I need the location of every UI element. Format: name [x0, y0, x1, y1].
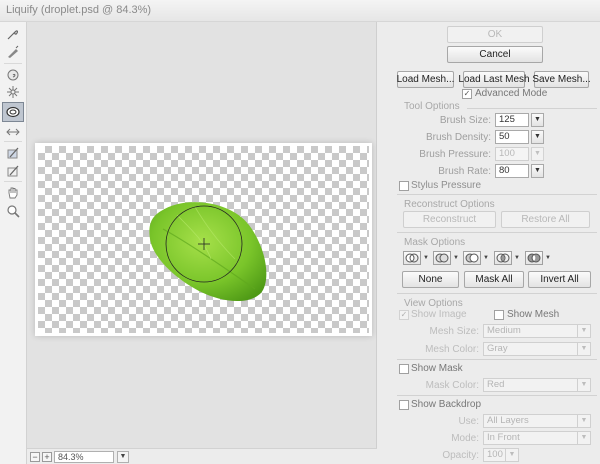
zoom-level-dropdown[interactable]: ▼ — [117, 451, 129, 463]
restore-all-button[interactable]: Restore All — [501, 211, 590, 228]
brush-pressure-label: Brush Pressure: — [419, 149, 491, 160]
invert-selection-button[interactable] — [525, 251, 543, 265]
reconstruct-tool-icon[interactable] — [3, 43, 23, 61]
leaf-droplet-image — [149, 202, 267, 302]
zoom-out-button[interactable]: − — [30, 452, 40, 462]
tool-separator — [4, 181, 22, 182]
show-image-label: Show Image — [411, 309, 467, 320]
brush-pressure-field[interactable]: 100 — [495, 147, 529, 161]
mode-label: Mode: — [451, 433, 479, 444]
title-bar: Liquify (droplet.psd @ 84.3%) — [0, 0, 600, 22]
brush-rate-field[interactable]: 80 — [495, 164, 529, 178]
zoom-in-button[interactable]: + — [42, 452, 52, 462]
zoom-tool-icon[interactable] — [3, 202, 23, 220]
show-mesh-label: Show Mesh — [507, 309, 560, 320]
thaw-mask-tool-icon[interactable] — [3, 162, 23, 180]
bloat-tool-icon[interactable] — [2, 102, 24, 122]
mask-color-label: Mask Color: — [425, 380, 479, 391]
stylus-pressure-label: Stylus Pressure — [411, 180, 482, 191]
freeze-mask-tool-icon[interactable] — [3, 144, 23, 162]
load-last-mesh-button[interactable]: Load Last Mesh — [458, 71, 530, 88]
backdrop-opacity-field[interactable]: 100 ▼ — [483, 448, 519, 462]
reconstruct-button[interactable]: Reconstruct — [403, 211, 496, 228]
tool-separator — [4, 63, 22, 64]
mesh-color-label: Mesh Color: — [425, 344, 479, 355]
brush-pressure-dropdown[interactable]: ▼ — [531, 147, 544, 161]
window-title: Liquify (droplet.psd @ 84.3%) — [6, 4, 152, 16]
brush-density-dropdown[interactable]: ▼ — [531, 130, 544, 144]
push-left-tool-icon[interactable] — [3, 123, 23, 141]
divider — [397, 194, 597, 195]
chevron-down-icon: ▼ — [545, 255, 551, 261]
divider — [397, 359, 597, 360]
show-backdrop-checkbox[interactable] — [399, 400, 409, 410]
reconstruct-options-title: Reconstruct Options — [404, 199, 495, 210]
invert-all-button[interactable]: Invert All — [528, 271, 591, 288]
mesh-color-select[interactable]: Gray ▼ — [483, 342, 591, 356]
mask-all-button[interactable]: Mask All — [464, 271, 524, 288]
brush-size-field[interactable]: 125 — [495, 113, 529, 127]
brush-density-label: Brush Density: — [425, 132, 491, 143]
replace-selection-button[interactable] — [403, 251, 421, 265]
mask-mode-buttons: ▼ ▼ ▼ ▼ ▼ — [403, 251, 593, 267]
show-backdrop-label: Show Backdrop — [411, 399, 482, 410]
save-mesh-button[interactable]: Save Mesh... — [532, 71, 591, 88]
add-to-selection-button[interactable] — [433, 251, 451, 265]
tool-separator — [4, 141, 22, 142]
twirl-clockwise-tool-icon[interactable] — [3, 66, 23, 84]
mask-color-select[interactable]: Red ▼ — [483, 378, 591, 392]
show-mesh-checkbox[interactable] — [494, 310, 504, 320]
show-mask-checkbox[interactable] — [399, 364, 409, 374]
forward-warp-tool-icon[interactable] — [3, 25, 23, 43]
tools-panel — [0, 22, 27, 464]
cancel-button[interactable]: Cancel — [447, 46, 543, 63]
show-mask-label: Show Mask — [411, 363, 463, 374]
use-label: Use: — [458, 416, 479, 427]
view-options-title: View Options — [404, 298, 463, 309]
mask-none-button[interactable]: None — [402, 271, 459, 288]
zoom-level-field[interactable]: 84.3% — [54, 451, 114, 463]
chevron-down-icon: ▼ — [423, 255, 429, 261]
advanced-mode-checkbox[interactable]: ✓ — [462, 89, 472, 99]
brush-size-label: Brush Size: — [439, 115, 491, 126]
chevron-down-icon: ▼ — [483, 255, 489, 261]
brush-rate-dropdown[interactable]: ▼ — [531, 164, 544, 178]
brush-density-field[interactable]: 50 — [495, 130, 529, 144]
mesh-size-label: Mesh Size: — [429, 326, 479, 337]
brush-rate-label: Brush Rate: — [438, 166, 491, 177]
ok-button[interactable]: OK — [447, 26, 543, 43]
mask-options-title: Mask Options — [404, 237, 466, 248]
stylus-pressure-checkbox[interactable] — [399, 181, 409, 191]
show-image-checkbox[interactable]: ✓ — [399, 310, 409, 320]
load-mesh-button[interactable]: Load Mesh... — [397, 71, 454, 88]
backdrop-use-select[interactable]: All Layers ▼ — [483, 414, 591, 428]
options-panel: OK Cancel Load Mesh... Load Last Mesh Sa… — [377, 22, 600, 464]
chevron-down-icon: ▼ — [514, 255, 520, 261]
opacity-label: Opacity: — [442, 450, 479, 461]
advanced-mode-label: Advanced Mode — [475, 88, 548, 99]
brush-size-dropdown[interactable]: ▼ — [531, 113, 544, 127]
backdrop-mode-select[interactable]: In Front ▼ — [483, 431, 591, 445]
mesh-size-select[interactable]: Medium ▼ — [483, 324, 591, 338]
chevron-down-icon: ▼ — [453, 255, 459, 261]
divider — [397, 232, 597, 233]
canvas-area[interactable] — [27, 22, 377, 448]
document-preview[interactable] — [35, 143, 372, 336]
hand-tool-icon[interactable] — [3, 184, 23, 202]
divider — [467, 108, 597, 109]
tool-options-title: Tool Options — [404, 101, 460, 112]
divider — [397, 395, 597, 396]
intersect-with-selection-button[interactable] — [494, 251, 512, 265]
pucker-tool-icon[interactable] — [3, 83, 23, 101]
status-bar: − + 84.3% ▼ — [27, 448, 377, 464]
divider — [397, 293, 597, 294]
subtract-from-selection-button[interactable] — [463, 251, 481, 265]
